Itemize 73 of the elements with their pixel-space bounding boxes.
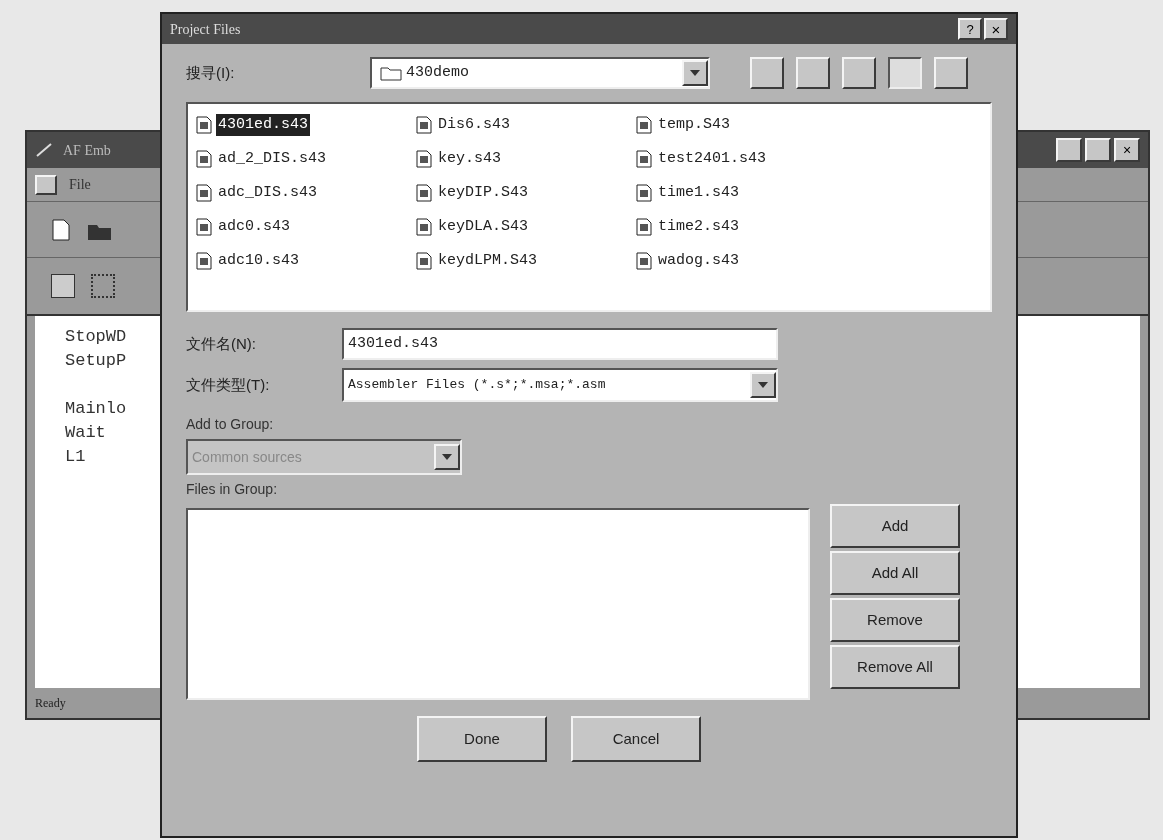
caret-icon: [442, 454, 452, 460]
details-view-button[interactable]: [934, 57, 968, 89]
file-icon: [416, 184, 432, 202]
file-icon: [416, 252, 432, 270]
dialog-button[interactable]: Remove: [830, 598, 960, 642]
list-entry[interactable]: ad_2_DIS.s43: [216, 147, 329, 171]
list-entry[interactable]: adc10.s43: [216, 249, 301, 273]
close-button[interactable]: ×: [984, 18, 1008, 40]
list-entry[interactable]: adc0.s43: [216, 215, 292, 239]
list-entry[interactable]: adc_DIS.s43: [216, 181, 320, 205]
field-label: Add to Group:: [186, 415, 274, 434]
dialog-button[interactable]: Remove All: [830, 645, 960, 689]
folder-icon: [380, 65, 402, 81]
desktop-button[interactable]: [796, 57, 830, 89]
group-value: Common sources: [192, 447, 303, 467]
dialog-button[interactable]: Add: [830, 504, 960, 548]
list-view-button[interactable]: [888, 57, 922, 89]
code-line: L1: [65, 447, 86, 466]
caret-icon: [758, 382, 768, 388]
file-icon: [636, 218, 652, 236]
list-entry[interactable]: time1.s43: [656, 181, 741, 205]
code-line: Mainlo: [65, 399, 127, 418]
status-text: Ready: [35, 695, 66, 712]
list-entry[interactable]: 4301ed.s43: [216, 113, 310, 137]
file-icon: [636, 184, 652, 202]
menu-item[interactable]: File: [69, 174, 91, 195]
dialog-button[interactable]: Add All: [830, 551, 960, 595]
file-icon: [196, 218, 212, 236]
field-label: 搜寻(I):: [186, 62, 236, 83]
list-entry[interactable]: time2.s43: [656, 215, 741, 239]
file-icon: [416, 218, 432, 236]
close-button[interactable]: ×: [1114, 138, 1140, 162]
dropdown-button[interactable]: [750, 372, 776, 398]
maximize-button[interactable]: [1085, 138, 1111, 162]
list-entry[interactable]: test2401.s43: [656, 147, 769, 171]
code-line: SetupP: [65, 351, 127, 370]
help-button[interactable]: ?: [958, 18, 982, 40]
list-entry[interactable]: keyDLA.S43: [436, 215, 530, 239]
file-icon: [416, 150, 432, 168]
list-entry[interactable]: keyDIP.S43: [436, 181, 530, 205]
new-folder-button[interactable]: [842, 57, 876, 89]
code-line: Wait: [65, 423, 106, 442]
dialog-title: Project Files: [170, 20, 241, 39]
new-file-icon[interactable]: [51, 217, 71, 242]
file-icon: [416, 116, 432, 134]
list-entry[interactable]: keydLPM.S43: [436, 249, 540, 273]
file-icon: [636, 116, 652, 134]
file-type-value: Assembler Files (*.s*;*.msa;*.asm: [348, 376, 607, 395]
list-entry[interactable]: temp.S43: [656, 113, 732, 137]
list-entry[interactable]: Dis6.s43: [436, 113, 512, 137]
file-icon: [636, 150, 652, 168]
list-entry[interactable]: key.s43: [436, 147, 503, 171]
code-line: StopWD: [65, 327, 127, 346]
file-icon: [196, 184, 212, 202]
caret-icon: [690, 70, 700, 76]
folder-dropdown[interactable]: 430demo: [370, 57, 710, 89]
field-label: 文件名(N):: [186, 333, 257, 354]
field-label: Files in Group:: [186, 480, 278, 499]
window-title: AF Emb: [63, 141, 111, 160]
folder-name: 430demo: [406, 62, 470, 83]
dropdown-button[interactable]: [682, 60, 708, 86]
field-label: 文件类型(T):: [186, 374, 271, 395]
file-type-dropdown[interactable]: Assembler Files (*.s*;*.msa;*.asm: [342, 368, 778, 402]
file-icon: [636, 252, 652, 270]
file-icon: [196, 116, 212, 134]
dialog-button[interactable]: Done: [417, 716, 547, 762]
dialog-button[interactable]: Cancel: [571, 716, 701, 762]
file-icon: [196, 252, 212, 270]
list-entry[interactable]: wadog.s43: [656, 249, 741, 273]
minimize-button[interactable]: [1056, 138, 1082, 162]
file-icon: [196, 150, 212, 168]
up-folder-button[interactable]: [750, 57, 784, 89]
file-name-field[interactable]: 4301ed.s43: [342, 328, 778, 360]
